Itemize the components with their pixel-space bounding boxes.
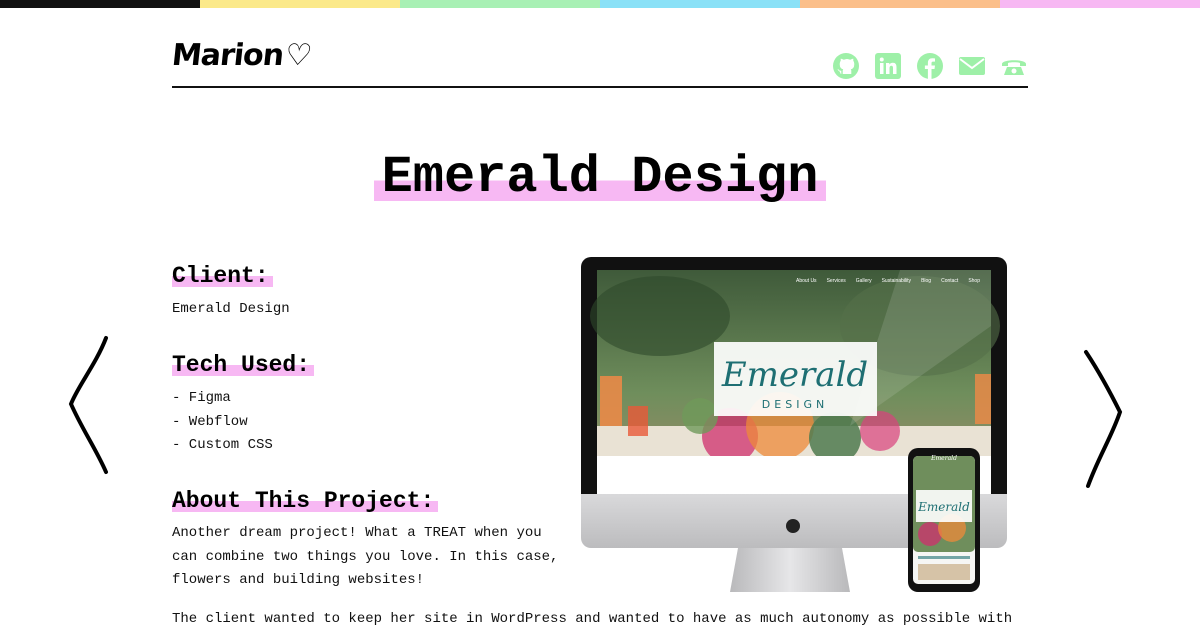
about-text: Another dream project! What a TREAT when…	[172, 522, 558, 593]
client-value: Emerald Design	[172, 301, 290, 317]
mockup-menu-item: Shop	[968, 278, 980, 284]
mockup-menu-item: Sustainability	[881, 278, 912, 284]
mockup-menu-item: About Us	[795, 278, 817, 284]
tech-item: - Webflow	[172, 413, 248, 430]
svg-text:Emerald: Emerald	[721, 355, 868, 395]
stripe-black	[0, 0, 200, 8]
mockup-nav-menu: About Us Services Gallery Sustainability…	[796, 278, 980, 284]
mockup-menu-item: Contact	[941, 278, 959, 284]
site-logo[interactable]: Marion♡	[170, 38, 313, 73]
mockup-menu-item: Blog	[921, 278, 932, 284]
stripe-green	[400, 0, 600, 8]
github-icon[interactable]	[832, 52, 860, 80]
about-heading: About This Project:	[172, 488, 439, 514]
logo-text: Marion	[170, 38, 285, 73]
color-stripe-bar	[0, 0, 1200, 8]
device-mockup-image: Emerald DESIGN Emerald Emerald About Us …	[580, 256, 1010, 596]
svg-text:DESIGN: DESIGN	[762, 398, 828, 411]
mail-icon[interactable]	[958, 52, 986, 80]
tech-heading: Tech Used:	[172, 352, 315, 378]
about-line: can combine two things you love. In this…	[172, 548, 559, 565]
stripe-orange	[800, 0, 1000, 8]
page-title: Emerald Design	[373, 148, 827, 207]
about-line: Another dream project! What a TREAT when…	[172, 525, 542, 541]
stripe-yellow	[200, 0, 400, 8]
facebook-icon[interactable]	[916, 52, 944, 80]
mockup-menu-item: Gallery	[855, 278, 872, 284]
about-line: flowers and building websites!	[172, 572, 425, 588]
phone-icon[interactable]	[1000, 52, 1028, 80]
tech-list: - Figma - Webflow - Custom CSS	[172, 387, 273, 458]
mockup-menu-item: Services	[826, 278, 846, 284]
previous-arrow-icon[interactable]	[66, 334, 112, 481]
client-heading: Client:	[172, 263, 273, 289]
description-text: The client wanted to keep her site in Wo…	[172, 611, 1013, 627]
page-title-wrap: Emerald Design	[0, 148, 1200, 207]
svg-text:Emerald: Emerald	[917, 500, 970, 514]
svg-text:Emerald: Emerald	[930, 455, 957, 462]
tech-item: - Custom CSS	[172, 437, 273, 453]
heart-icon: ♡	[283, 38, 313, 73]
site-header: Marion♡	[170, 34, 1028, 88]
stripe-blue	[600, 0, 800, 8]
tech-item: - Figma	[172, 390, 231, 406]
linkedin-icon[interactable]	[874, 52, 902, 80]
social-links	[832, 52, 1028, 80]
next-arrow-icon[interactable]	[1082, 348, 1126, 495]
stripe-pink	[1000, 0, 1200, 8]
